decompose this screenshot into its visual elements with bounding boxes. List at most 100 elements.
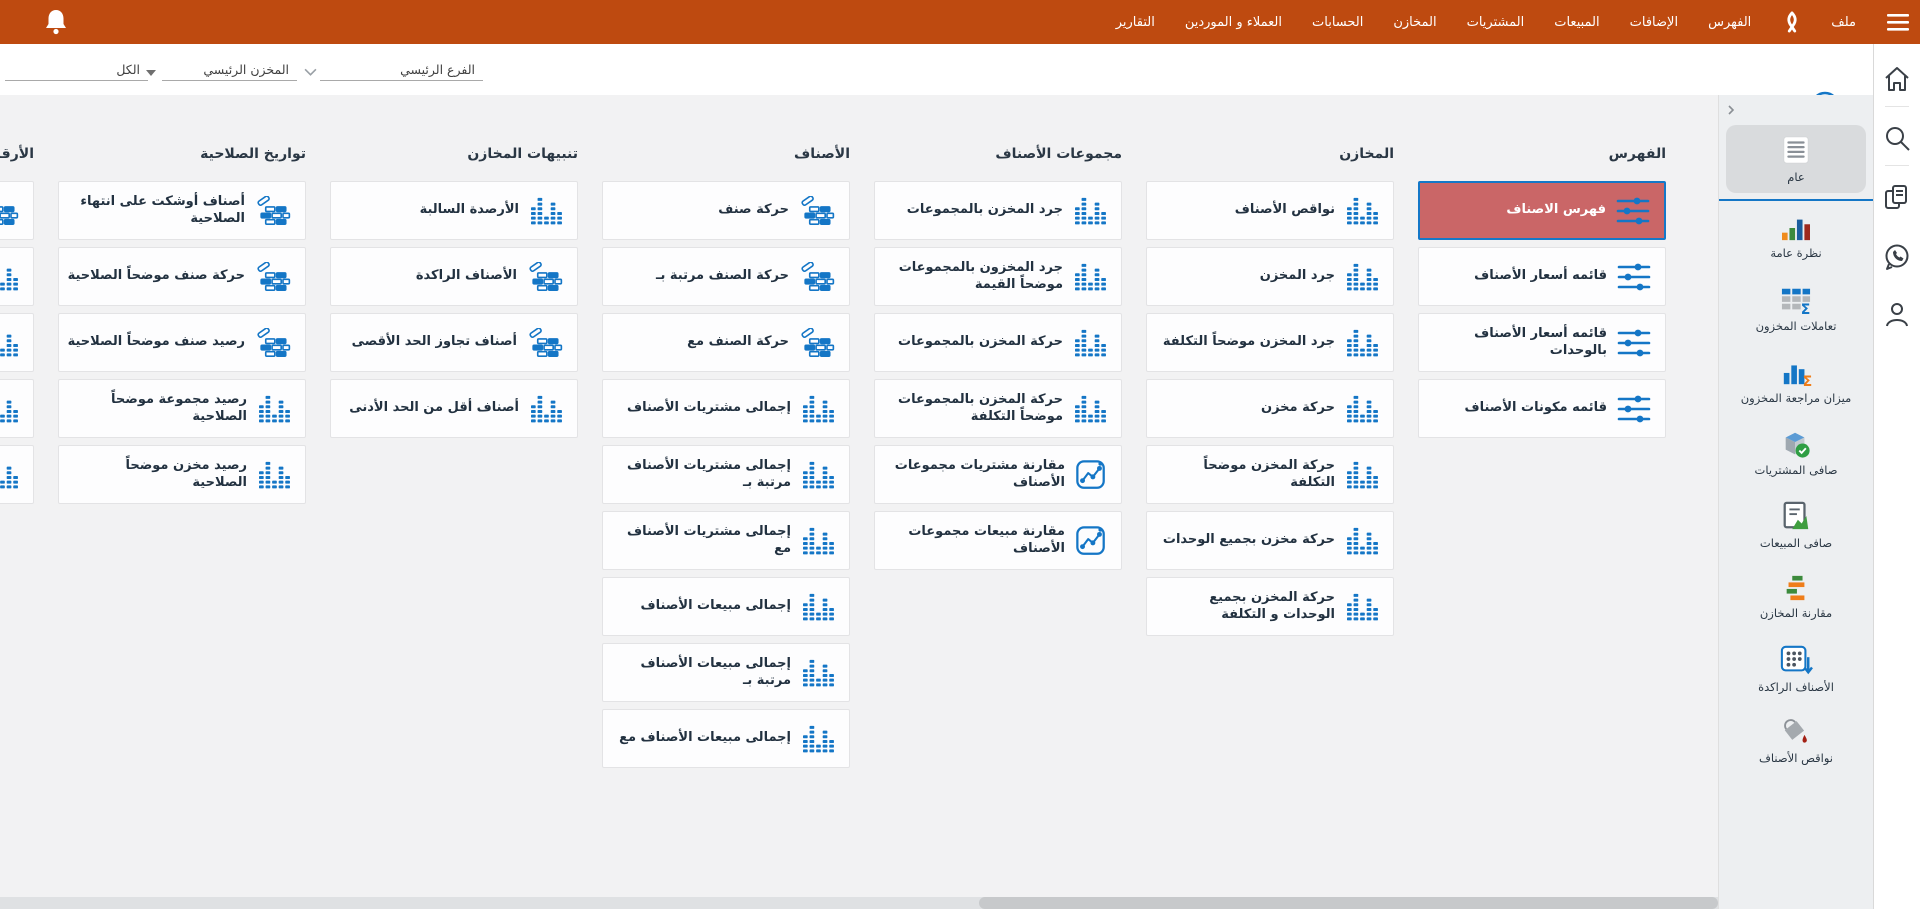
report-card-label: حركة الصنف مع [687,334,789,351]
report-card[interactable]: إجمالى مشتريات الأصناف مرتبة بـ [602,445,850,504]
report-card[interactable]: رصيد مجموعة موضحاً الصلاحية [58,379,306,438]
bricks-icon [799,262,835,292]
equalizer-icon [1345,328,1379,358]
report-card[interactable]: قائمه أسعار الأصناف بالوحدات [1418,313,1666,372]
search-icon[interactable] [1882,123,1912,153]
report-card[interactable]: أصناف أوشكت على انتهاء الصلاحية [58,181,306,240]
report-card[interactable]: جرد المخزون بالمجموعات موضحاً القيمة [874,247,1122,306]
home-icon[interactable] [1882,64,1912,94]
report-card[interactable]: رصيد مخزن موضحاً الصلاحية [58,445,306,504]
topbar-menu-item[interactable]: الفهرس [1708,15,1751,30]
sidebar-item-label: الأصناف الراكدة [1754,681,1838,695]
sidebar-item[interactable]: نواقص الأصناف [1719,705,1873,777]
line-chart-icon [1075,459,1107,491]
report-card[interactable]: أصناف أقل من الحد الأدنى [330,379,578,438]
report-card-label: رصيد صنف موضحاً الصلاحية [68,334,245,351]
report-card[interactable]: إجمالى مشتريات الأصناف [602,379,850,438]
sidebar-item[interactable]: صافى المبيعات [1719,489,1873,561]
report-card-label: إجمالى مبيعات الأصناف مع [619,730,791,747]
report-card[interactable] [0,379,34,438]
equalizer-icon [0,394,19,424]
report-card[interactable]: مقارنة مبيعات مجموعات الأصناف [874,511,1122,570]
report-card-label: حركة مخزن [1261,400,1335,417]
report-card[interactable]: حركة المخزن موضحاً التكلفة [1146,445,1394,504]
sidebar-item[interactable]: Σتعاملات المخزون [1719,273,1873,345]
bricks-icon [799,328,835,358]
report-card-label: جرد المخزون بالمجموعات موضحاً القيمة [883,260,1063,294]
report-card[interactable]: حركة صنف موضحاً الصلاحية [58,247,306,306]
topbar-menu-item[interactable]: الإضافات [1630,15,1678,30]
topbar-menu-item[interactable]: المبيعات [1554,15,1599,30]
report-card[interactable]: إجمالى مشتريات الأصناف مع [602,511,850,570]
report-card[interactable]: قائمه أسعار الأصناف [1418,247,1666,306]
report-card[interactable]: قائمه مكونات الأصناف [1418,379,1666,438]
reports-grid: الفهرسفهرس الاصنافقائمه أسعار الأصنافقائ… [0,95,1718,909]
toolbar-dropdown[interactable]: الفرع الرئيسي [320,57,483,81]
copy-docs-icon[interactable] [1882,182,1912,212]
topbar-menu-item[interactable]: الحسابات [1312,15,1363,30]
topbar-menu-item[interactable]: ملف [1831,15,1856,30]
notifications-bell-icon[interactable] [42,8,70,36]
sidebar-item[interactable]: الأصناف الراكدة [1719,633,1873,705]
topbar-menu-item[interactable]: المشتريات [1467,15,1525,30]
report-card[interactable]: حركة الصنف مرتبة بـ [602,247,850,306]
sidebar-item[interactable]: Σميزان مراجعة المخزون [1719,345,1873,417]
whatsapp-icon[interactable] [1882,242,1912,272]
report-card[interactable] [0,247,34,306]
equalizer-icon [801,394,835,424]
report-card[interactable]: جرد المخزن [1146,247,1394,306]
report-card[interactable]: فهرس الاصناف [1418,181,1666,240]
sidebar-item[interactable]: مقارنة المخازن [1719,561,1873,633]
report-card[interactable]: إجمالى مبيعات الأصناف [602,577,850,636]
sidebar-item-label: مقارنة المخازن [1756,607,1836,621]
hamburger-menu-icon[interactable] [1886,12,1910,32]
topbar-menu-item[interactable]: المخازن [1393,15,1436,30]
toolbar-dropdown[interactable]: الكل [5,57,148,81]
report-card[interactable]: حركة صنف [602,181,850,240]
report-card[interactable]: حركة المخزن بالمجموعات موضحاً التكلفة [874,379,1122,438]
report-card[interactable] [0,313,34,372]
report-card-label: أصناف أوشكت على انتهاء الصلاحية [67,194,245,228]
report-card[interactable]: رصيد صنف موضحاً الصلاحية [58,313,306,372]
topbar-menu: ملف الفهرس الإضافات المبيعات المشتريات المخاز… [1116,0,1910,44]
sidebar-item[interactable]: نظرة عامة [1719,201,1873,273]
report-card[interactable]: الأرصدة السالبة [330,181,578,240]
report-card[interactable]: الأصناف الراكدة [330,247,578,306]
report-card[interactable]: إجمالى مبيعات الأصناف مرتبة بـ [602,643,850,702]
report-card-label: حركة صنف [718,202,789,219]
equalizer-icon [257,460,291,490]
report-card-label: إجمالى مبيعات الأصناف مرتبة بـ [611,656,791,690]
report-card[interactable]: نواقص الأصناف [1146,181,1394,240]
person-icon[interactable] [1882,299,1912,329]
report-card[interactable]: حركة المخزن بجميع الوحدات و التكلفة [1146,577,1394,636]
top-menu-bar: ملف الفهرس الإضافات المبيعات المشتريات المخاز… [0,0,1920,44]
report-card-label: مقارنة مبيعات مجموعات الأصناف [883,524,1065,558]
equalizer-icon [801,592,835,622]
report-card[interactable]: حركة مخزن [1146,379,1394,438]
box-check-icon [1780,429,1812,459]
bucket-drop-icon [1780,717,1812,747]
report-card[interactable]: إجمالى مبيعات الأصناف مع [602,709,850,768]
equalizer-icon [1073,328,1107,358]
report-card-label: حركة المخزن موضحاً التكلفة [1155,458,1335,492]
sidebar-collapse-icon[interactable] [1719,95,1873,125]
sidebar-item[interactable]: عام [1726,125,1866,193]
sidebar-item[interactable]: صافى المشتريات [1719,417,1873,489]
topbar-menu-item[interactable]: العملاء و الموردين [1185,15,1282,30]
report-card[interactable] [0,445,34,504]
report-card[interactable]: جرد المخزن بالمجموعات [874,181,1122,240]
report-column: تواريخ الصلاحيةأصناف أوشكت على انتهاء ال… [58,95,306,909]
bricks-icon [255,328,291,358]
report-card-label: حركة صنف موضحاً الصلاحية [68,268,245,285]
toolbar-dropdown[interactable]: المخزن الرئيسي [162,57,297,81]
report-card-label: إجمالى مشتريات الأصناف [627,400,791,417]
topbar-menu-item[interactable]: التقارير [1116,15,1155,30]
report-card[interactable]: جرد المخزن موضحاً التكلفة [1146,313,1394,372]
report-card[interactable]: حركة الصنف مع [602,313,850,372]
report-card[interactable]: حركة المخزن بالمجموعات [874,313,1122,372]
report-card[interactable]: مقارنة مشتريات مجموعات الأصناف [874,445,1122,504]
report-card[interactable]: أصناف تجاوز الحد الأقصى [330,313,578,372]
report-card[interactable]: حركة مخزن بجميع الوحدات [1146,511,1394,570]
report-card[interactable] [0,181,34,240]
equalizer-icon [0,460,19,490]
